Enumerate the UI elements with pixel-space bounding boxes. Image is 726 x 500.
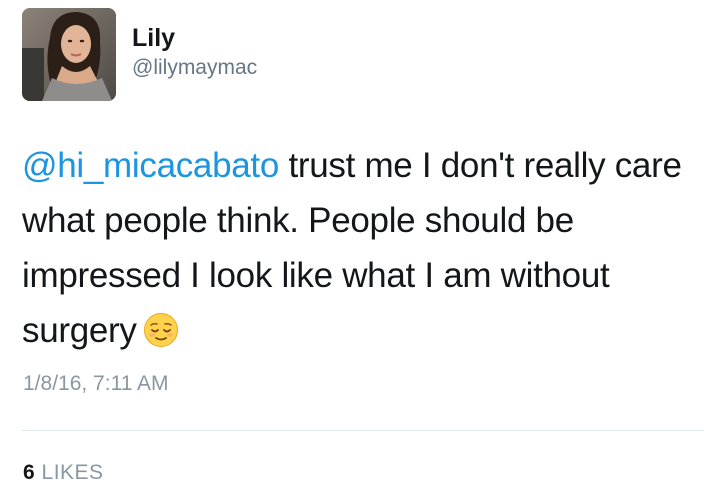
tweet-text: @hi_micacabato trust me I don't really c… [22,138,712,364]
avatar[interactable] [22,8,116,101]
display-name[interactable]: Lily [132,23,257,53]
tweet-header: Lily @lilymaymac [22,8,257,101]
divider [22,430,704,431]
likes-count: 6 [23,461,36,484]
user-handle[interactable]: @lilymaymac [132,55,257,81]
tweet-card: Lily @lilymaymac @hi_micacabato trust me… [0,0,726,500]
profile-photo-icon [22,8,116,101]
likes-label: LIKES [41,461,104,484]
likes-stat[interactable]: 6 LIKES [23,461,104,485]
tweet-timestamp[interactable]: 1/8/16, 7:11 AM [23,372,169,396]
mention-link[interactable]: @hi_micacabato [22,146,279,185]
relieved-face-emoji-icon [143,309,179,364]
author-names: Lily @lilymaymac [132,23,257,81]
